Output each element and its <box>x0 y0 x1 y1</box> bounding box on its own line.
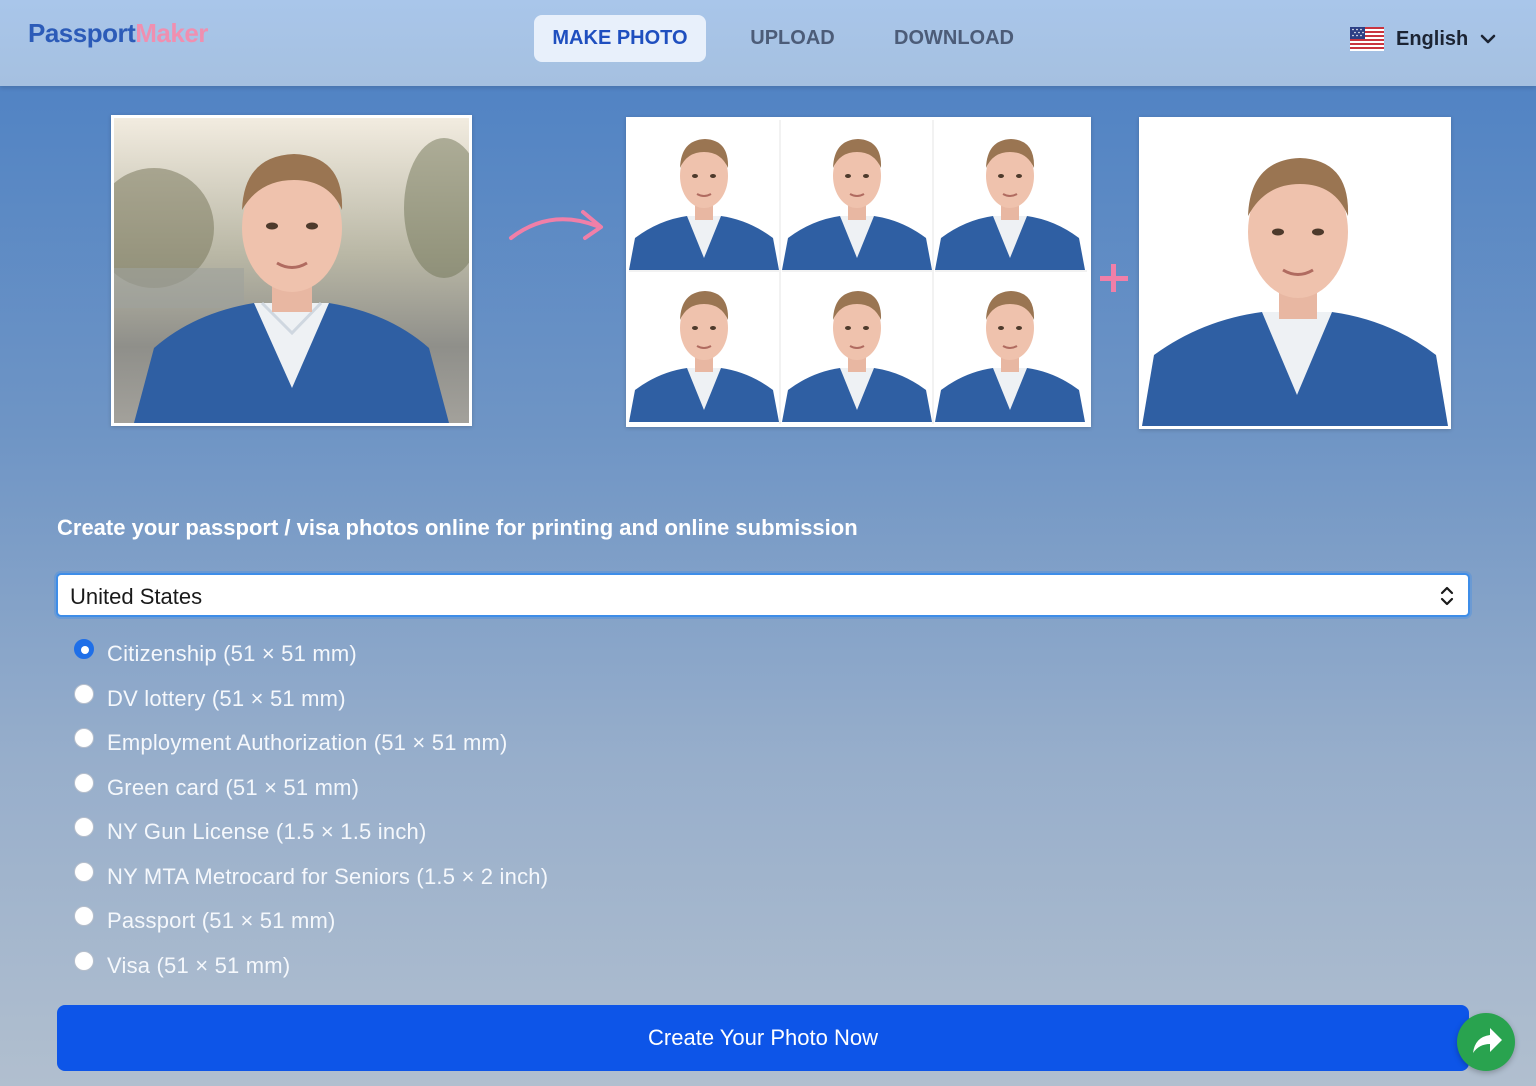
create-photo-button[interactable]: Create Your Photo Now <box>57 1005 1469 1071</box>
radio-button[interactable] <box>74 817 94 837</box>
person-portrait-image <box>114 118 469 423</box>
radio-label: NY Gun License (1.5 × 1.5 inch) <box>107 819 427 844</box>
brand-logo[interactable]: PassportMaker <box>28 18 208 49</box>
print-sheet-preview <box>626 117 1091 427</box>
radio-option-citizenship[interactable]: Citizenship (51 × 51 mm) <box>74 638 357 670</box>
chevron-down-icon <box>1480 34 1496 44</box>
select-updown-icon <box>1440 586 1454 606</box>
print-sheet-photo <box>782 120 934 272</box>
print-sheet-photo <box>629 272 781 424</box>
radio-label: NY MTA Metrocard for Seniors (1.5 × 2 in… <box>107 864 549 889</box>
print-sheet-photo <box>935 272 1087 424</box>
radio-button[interactable] <box>74 862 94 882</box>
radio-button[interactable] <box>74 773 94 793</box>
print-sheet-photo <box>782 272 934 424</box>
radio-option-ny-gun-license[interactable]: NY Gun License (1.5 × 1.5 inch) <box>74 816 426 848</box>
country-select[interactable]: United States <box>56 573 1470 617</box>
radio-label: Passport (51 × 51 mm) <box>107 908 336 933</box>
source-photo <box>111 115 472 426</box>
language-selector[interactable]: English <box>1350 24 1498 54</box>
print-sheet-photo <box>935 120 1087 272</box>
share-button[interactable] <box>1457 1013 1515 1071</box>
digital-photo-preview <box>1139 117 1451 429</box>
country-select-value: United States <box>70 584 203 609</box>
tab-download[interactable]: DOWNLOAD <box>880 15 1028 62</box>
radio-label: DV lottery (51 × 51 mm) <box>107 686 346 711</box>
radio-option-ny-mta-metrocard[interactable]: NY MTA Metrocard for Seniors (1.5 × 2 in… <box>74 861 548 893</box>
radio-button[interactable] <box>74 684 94 704</box>
radio-label: Employment Authorization (51 × 51 mm) <box>107 730 508 755</box>
print-sheet-photo <box>629 120 781 272</box>
radio-button[interactable] <box>74 951 94 971</box>
person-portrait-image <box>1142 120 1448 426</box>
radio-option-visa[interactable]: Visa (51 × 51 mm) <box>74 950 290 982</box>
us-flag-icon <box>1350 27 1384 51</box>
page-tagline: Create your passport / visa photos onlin… <box>57 515 858 540</box>
brand-logo-part1: Passport <box>28 18 136 48</box>
radio-button[interactable] <box>74 728 94 748</box>
radio-button[interactable] <box>74 906 94 926</box>
radio-option-employment-authorization[interactable]: Employment Authorization (51 × 51 mm) <box>74 727 508 759</box>
tab-make-photo[interactable]: MAKE PHOTO <box>534 15 706 62</box>
brand-logo-part2: Maker <box>135 18 208 48</box>
radio-option-dv-lottery[interactable]: DV lottery (51 × 51 mm) <box>74 683 346 715</box>
radio-label: Green card (51 × 51 mm) <box>107 775 360 800</box>
language-label: English <box>1396 27 1469 50</box>
tab-upload[interactable]: UPLOAD <box>735 15 850 62</box>
radio-option-green-card[interactable]: Green card (51 × 51 mm) <box>74 772 359 804</box>
radio-label: Visa (51 × 51 mm) <box>107 953 291 978</box>
plus-icon <box>1100 264 1128 292</box>
radio-label: Citizenship (51 × 51 mm) <box>107 641 357 666</box>
share-arrow-icon <box>1473 1028 1502 1053</box>
curved-arrow-icon <box>509 210 603 240</box>
radio-option-passport[interactable]: Passport (51 × 51 mm) <box>74 905 336 937</box>
top-navbar: PassportMaker MAKE PHOTO UPLOAD DOWNLOAD… <box>0 0 1536 86</box>
radio-button[interactable] <box>74 639 94 659</box>
